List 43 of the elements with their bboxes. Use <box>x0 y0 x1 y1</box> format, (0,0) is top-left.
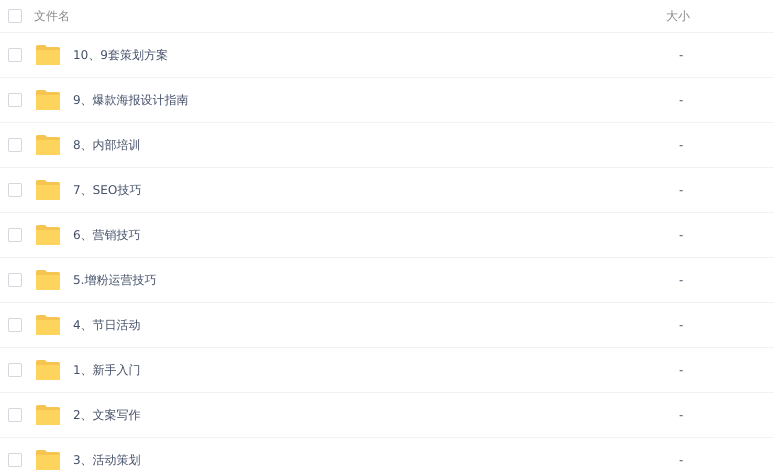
folder-icon <box>35 224 61 246</box>
file-size: - <box>679 48 684 62</box>
folder-name[interactable]: 9、爆款海报设计指南 <box>73 92 633 108</box>
folder-icon <box>35 44 61 66</box>
row-checkbox[interactable] <box>8 318 22 332</box>
file-size: - <box>679 453 684 467</box>
row-checkbox[interactable] <box>8 453 22 467</box>
folder-name[interactable]: 2、文案写作 <box>73 406 633 424</box>
column-header[interactable]: 文件名 <box>34 8 666 24</box>
file-size: - <box>679 318 684 332</box>
folder-icon <box>35 404 61 426</box>
file-size: - <box>679 93 684 107</box>
folder-icon <box>35 269 61 291</box>
folder-icon <box>35 179 61 201</box>
folder-icon <box>35 134 61 156</box>
folder-name[interactable]: 10、9套策划方案 <box>73 46 633 64</box>
file-size: - <box>679 228 684 242</box>
row-checkbox[interactable] <box>8 363 22 377</box>
folder-name[interactable]: 3、活动策划 <box>73 452 633 468</box>
row-checkbox[interactable] <box>8 48 22 62</box>
folder-name[interactable]: 7、SEO技巧 <box>73 182 633 198</box>
folder-name[interactable]: 1、新手入门 <box>73 362 633 378</box>
file-size: - <box>679 183 684 197</box>
row-checkbox[interactable] <box>8 138 22 152</box>
row-checkbox[interactable] <box>8 183 22 197</box>
column-header[interactable]: 大小 <box>666 8 690 24</box>
folder-name[interactable]: 5.增粉运营技巧 <box>73 272 633 288</box>
folder-name[interactable]: 6、营销技巧 <box>73 226 633 244</box>
file-size: - <box>679 408 684 422</box>
file-size: - <box>679 273 684 287</box>
folder-icon <box>35 359 61 381</box>
folder-icon <box>35 314 61 336</box>
folder-icon <box>35 89 61 111</box>
row-checkbox[interactable] <box>8 228 22 242</box>
row-checkbox[interactable] <box>8 93 22 107</box>
folder-icon <box>35 449 61 471</box>
row-checkbox[interactable] <box>8 273 22 287</box>
row-checkbox[interactable] <box>8 408 22 422</box>
file-size: - <box>679 138 684 152</box>
folder-name[interactable]: 8、内部培训 <box>73 136 633 154</box>
file-size: - <box>679 363 684 377</box>
folder-name[interactable]: 4、节日活动 <box>73 316 633 334</box>
select-all-checkbox[interactable] <box>8 9 22 23</box>
